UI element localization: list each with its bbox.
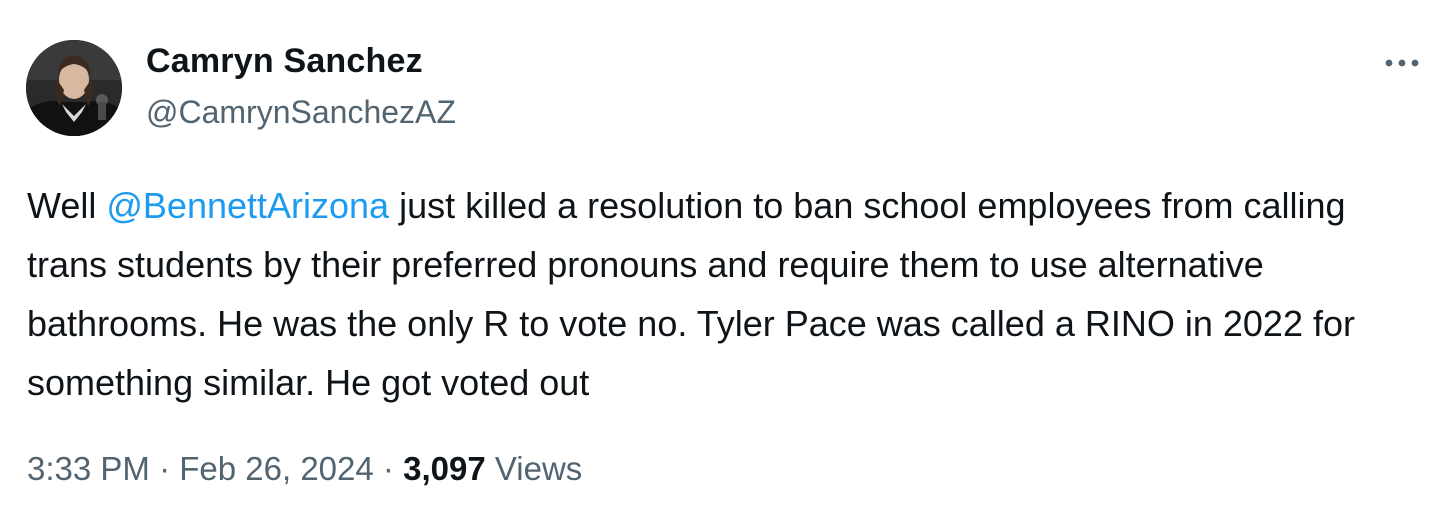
avatar-photo xyxy=(26,40,122,136)
tweet-time[interactable]: 3:33 PM xyxy=(27,450,150,487)
author-display-name[interactable]: Camryn Sanchez xyxy=(146,42,423,81)
more-options-button[interactable] xyxy=(1378,50,1426,76)
tweet-card: Camryn Sanchez @CamrynSanchezAZ Well @Be… xyxy=(0,0,1456,531)
author-handle[interactable]: @CamrynSanchezAZ xyxy=(146,94,456,131)
tweet-date[interactable]: Feb 26, 2024 xyxy=(179,450,374,487)
views-count[interactable]: 3,097 xyxy=(403,450,486,487)
meta-separator: · xyxy=(159,450,171,487)
more-horizontal-icon xyxy=(1385,59,1419,67)
tweet-meta: 3:33 PM · Feb 26, 2024 · 3,097 Views xyxy=(27,450,582,488)
views-label[interactable]: Views xyxy=(495,450,582,487)
avatar[interactable] xyxy=(26,40,122,136)
tweet-text-before: Well xyxy=(27,185,107,226)
tweet-text: Well @BennettArizona just killed a resol… xyxy=(27,176,1427,412)
meta-separator: · xyxy=(382,450,394,487)
mention-link[interactable]: @BennettArizona xyxy=(106,185,389,226)
